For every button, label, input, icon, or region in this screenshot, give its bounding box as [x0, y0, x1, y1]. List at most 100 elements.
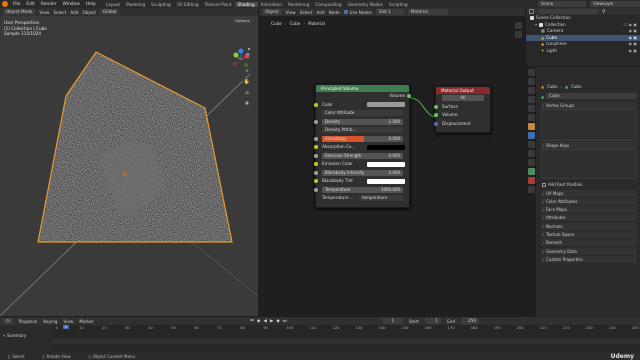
panel-shape-keys[interactable]: Shape Keys: [541, 142, 637, 150]
output-tab-icon[interactable]: [527, 87, 535, 94]
orientation-dropdown[interactable]: Global: [100, 9, 120, 15]
node-menu-select[interactable]: Select: [300, 10, 313, 15]
temperature-field[interactable]: Temperature 1000.000: [322, 186, 403, 193]
outliner-item-light[interactable]: ✦ Light ◉ ▣: [526, 48, 640, 55]
socket-icon[interactable]: [314, 162, 318, 167]
render-tab-icon[interactable]: [527, 78, 535, 85]
tool-tab-icon[interactable]: [527, 69, 535, 76]
particles-tab-icon[interactable]: [527, 141, 535, 148]
panel-attributes[interactable]: Attributes: [541, 214, 637, 222]
menu-view[interactable]: View: [63, 319, 73, 324]
panel-texture-space[interactable]: Texture Space: [541, 231, 637, 239]
data-tab-icon[interactable]: [527, 168, 535, 175]
outliner-filter-icon[interactable]: [529, 9, 534, 14]
constraints-tab-icon[interactable]: [527, 159, 535, 166]
modifier-tab-icon[interactable]: [527, 132, 535, 139]
next-key-icon[interactable]: ◆: [276, 319, 279, 324]
socket-icon[interactable]: [314, 119, 318, 124]
tab-animation[interactable]: Animation: [258, 2, 285, 7]
menu-file[interactable]: File: [10, 2, 23, 7]
filter-icon[interactable]: ⚲: [602, 9, 606, 15]
density-attribute-field[interactable]: Density Attrib...: [322, 127, 403, 134]
panel-face-maps[interactable]: Face Maps: [541, 206, 637, 214]
material-tab-icon[interactable]: [527, 177, 535, 184]
texture-tab-icon[interactable]: [527, 186, 535, 193]
viewport-menu-view[interactable]: View: [39, 10, 49, 15]
emission-swatch[interactable]: [367, 161, 405, 167]
viewport-menu-object[interactable]: Object: [82, 10, 96, 15]
socket-icon[interactable]: [434, 121, 438, 126]
grid-view-icon[interactable]: #: [243, 100, 251, 108]
socket-icon[interactable]: [314, 187, 318, 192]
panel-vertex-groups[interactable]: Vertex Groups: [541, 102, 637, 109]
node-title[interactable]: Material Output: [436, 87, 490, 94]
scene-selector[interactable]: Scene: [538, 1, 586, 7]
tab-rendering[interactable]: Rendering: [285, 2, 312, 7]
tab-scripting[interactable]: Scripting: [386, 2, 411, 7]
socket-icon[interactable]: [314, 145, 318, 150]
menu-playback[interactable]: Playback: [19, 319, 38, 324]
panel-color-attributes[interactable]: Color Attributes: [541, 197, 637, 205]
view-layer-tab-icon[interactable]: [527, 96, 535, 103]
mesh-name-field[interactable]: Cube: [546, 93, 637, 99]
menu-keying[interactable]: Keying: [43, 319, 57, 324]
play-reverse-icon[interactable]: ◀: [263, 319, 266, 324]
color-attribute-field[interactable]: Color Attribute: [322, 110, 403, 117]
pan-hand-icon[interactable]: ✋: [243, 78, 251, 86]
viewport-menu-select[interactable]: Select: [53, 10, 66, 15]
timeline[interactable]: ◷ Playback Keying View Marker ⏮ ◆ ◀ ▶ ◆ …: [0, 317, 640, 352]
socket-icon[interactable]: [434, 104, 438, 109]
tab-shading[interactable]: Shading: [234, 1, 258, 7]
physics-tab-icon[interactable]: [527, 150, 535, 157]
socket-icon[interactable]: [314, 102, 318, 107]
material-selector[interactable]: Material: [407, 9, 448, 15]
jump-start-icon[interactable]: ⏮: [250, 318, 254, 324]
mode-dropdown[interactable]: Object Mode: [3, 9, 36, 15]
timeline-editor-icon[interactable]: ◷: [3, 318, 13, 324]
absorption-swatch[interactable]: [367, 144, 405, 150]
socket-icon[interactable]: [314, 179, 318, 184]
jump-end-icon[interactable]: ⏭: [283, 318, 287, 324]
current-frame-field[interactable]: 1: [382, 318, 403, 324]
socket-icon[interactable]: [314, 136, 318, 141]
density-field[interactable]: Density 1.000: [322, 118, 403, 125]
blender-logo-icon[interactable]: [2, 1, 8, 7]
3d-viewport[interactable]: User Perspective (1) Collection | Cube S…: [0, 16, 258, 316]
panel-custom-properties[interactable]: Custom Properties: [541, 255, 637, 263]
menu-help[interactable]: Help: [83, 2, 99, 7]
end-frame-field[interactable]: 250: [461, 318, 480, 324]
checkbox-icon[interactable]: [542, 182, 546, 187]
world-tab-icon[interactable]: [527, 114, 535, 121]
material-output-node[interactable]: Material Output All Surface Volume Displ…: [434, 86, 491, 133]
panel-uv-maps[interactable]: UV Maps: [541, 189, 637, 197]
emission-strength-field[interactable]: Emission Strength 0.000: [322, 152, 403, 159]
blackbody-tint-swatch[interactable]: [367, 178, 405, 184]
node-menu-node[interactable]: Node: [329, 10, 340, 15]
visibility-icons[interactable]: ◉ ▣: [628, 48, 637, 55]
shader-type-dropdown[interactable]: Object: [262, 9, 282, 15]
tab-modeling[interactable]: Modeling: [123, 2, 148, 7]
menu-edit[interactable]: Edit: [23, 2, 38, 7]
scene-tab-icon[interactable]: [527, 105, 535, 112]
tab-geometry-nodes[interactable]: Geometry Nodes: [345, 2, 386, 7]
tab-texture-paint[interactable]: Texture Paint: [202, 2, 235, 7]
anisotropy-slider[interactable]: Anisotropy 0.000: [322, 135, 403, 142]
node-editor[interactable]: Cube › Cube › Material Principled Volume…: [259, 16, 525, 316]
prev-key-icon[interactable]: ◆: [257, 319, 260, 324]
menu-marker[interactable]: Marker: [79, 319, 93, 324]
menu-window[interactable]: Window: [60, 2, 83, 7]
slot-dropdown[interactable]: Slot 1: [375, 9, 404, 15]
options-button[interactable]: Options: [232, 18, 253, 24]
use-nodes-toggle[interactable]: Use Nodes: [343, 10, 372, 15]
summary-row[interactable]: ▾ Summary: [0, 332, 52, 339]
sidebar-toggle-icon[interactable]: [515, 22, 522, 29]
panel-remesh[interactable]: Remesh: [541, 239, 637, 247]
target-dropdown[interactable]: All: [442, 95, 484, 102]
rest-position-row[interactable]: Add Rest Position: [538, 181, 640, 188]
current-frame-indicator[interactable]: 1: [63, 325, 69, 329]
tab-layout[interactable]: Layout: [103, 2, 123, 7]
socket-icon[interactable]: [434, 113, 438, 118]
temperature-attribute-field[interactable]: temperature: [359, 195, 403, 202]
viewport-menu-add[interactable]: Add: [70, 10, 78, 15]
blackbody-intensity-field[interactable]: Blackbody Intensity 0.000: [322, 169, 403, 176]
